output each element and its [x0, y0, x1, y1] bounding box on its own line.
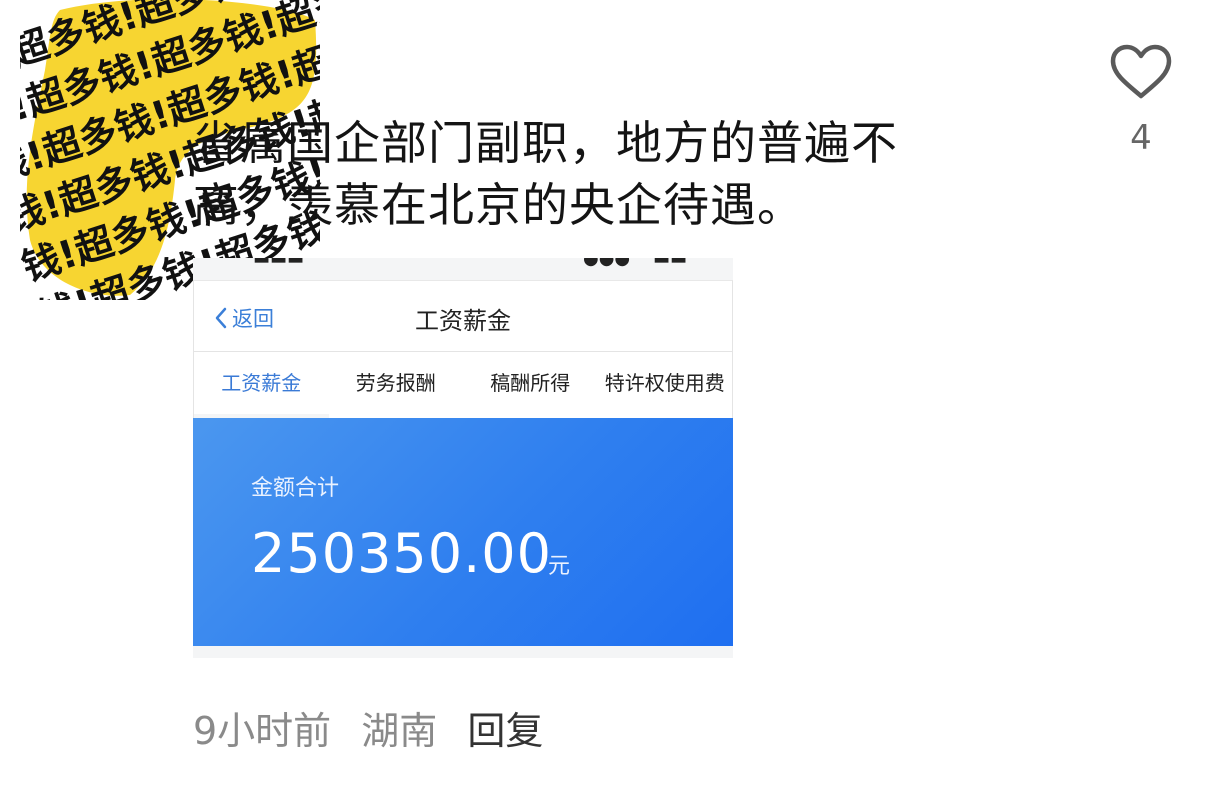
tab-royalty[interactable]: 稿酬所得 [463, 352, 598, 418]
tab-salary[interactable]: 工资薪金 [194, 352, 329, 418]
comment-location: 湖南 [361, 709, 438, 753]
reply-button[interactable]: 回复 [467, 709, 543, 753]
tab-bar: 工资薪金 劳务报酬 稿酬所得 特许权使用费 [193, 352, 733, 418]
total-unit: 元 [548, 554, 571, 579]
total-amount: 250350.00 [251, 522, 553, 585]
comment-text: 省属国企部门副职，地方的普遍不 高，羡慕在北京的央企待遇。 [193, 112, 993, 236]
nav-title: 工资薪金 [415, 307, 511, 335]
total-amount-card: 金额合计 250350.00 元 [193, 418, 733, 646]
like-button[interactable]: 4 [1108, 44, 1174, 158]
total-label: 金额合计 [251, 476, 340, 501]
tab-license-fee[interactable]: 特许权使用费 [598, 352, 733, 418]
attached-screenshot[interactable]: ▬▬▬ ●●● ▬▬ 返回 工资薪金 工资薪金 劳务报酬 稿酬所得 特许权使用费… [193, 258, 733, 658]
status-bar-peek: ▬▬▬ ●●● ▬▬ [253, 258, 688, 269]
like-count: 4 [1130, 118, 1152, 158]
nav-bar: 返回 工资薪金 [193, 280, 733, 352]
tab-labor[interactable]: 劳务报酬 [329, 352, 464, 418]
comment-line-1: 省属国企部门副职，地方的普遍不 [193, 116, 898, 170]
comment-meta: 9小时前 湖南 回复 [193, 700, 561, 755]
heart-outline-icon[interactable] [1110, 44, 1172, 100]
comment-line-2: 高，羡慕在北京的央企待遇。 [193, 178, 804, 232]
comment-time: 9小时前 [193, 709, 332, 753]
